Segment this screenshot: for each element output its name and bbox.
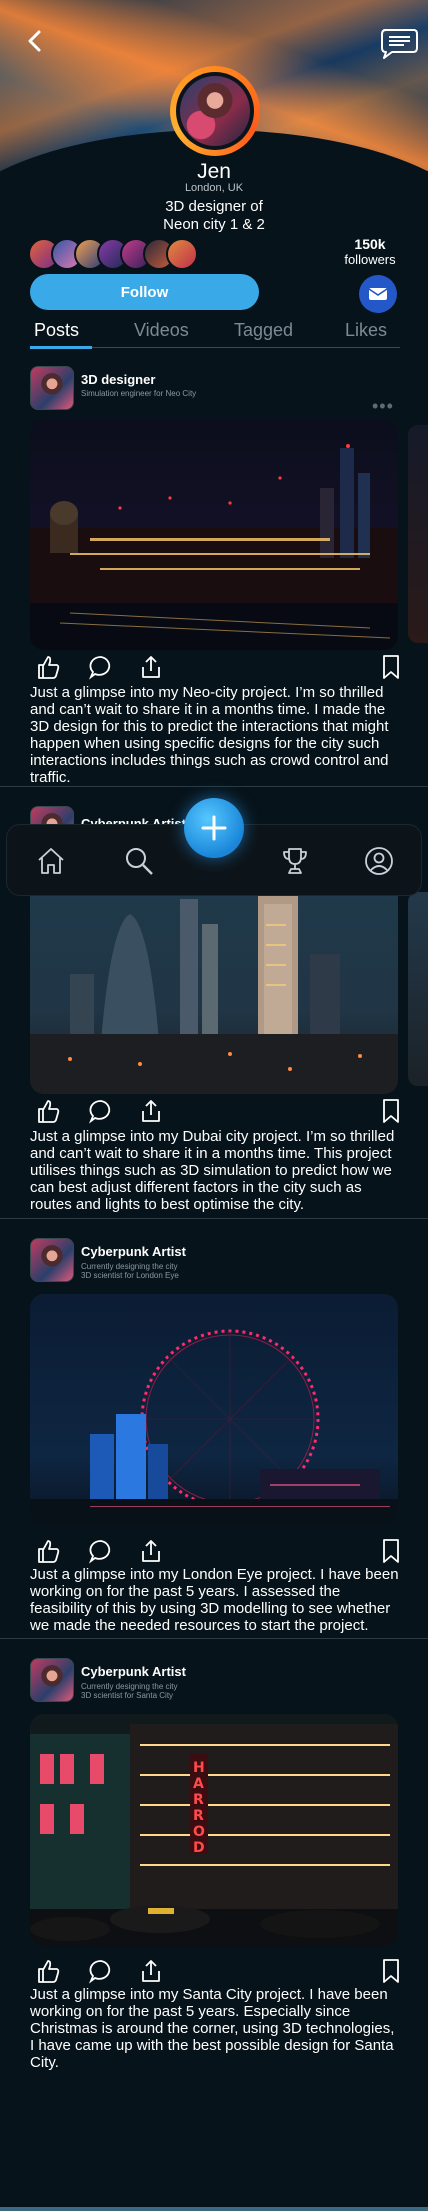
followers-stat[interactable]: 150k followers	[340, 236, 400, 267]
mutual-friends-avatars[interactable]	[28, 238, 198, 270]
bookmark-icon[interactable]	[378, 654, 404, 680]
followers-count: 150k	[354, 236, 386, 252]
user-icon[interactable]	[363, 845, 395, 877]
comment-icon[interactable]	[88, 1538, 114, 1564]
like-icon[interactable]	[36, 1958, 62, 1984]
like-icon[interactable]	[36, 1098, 62, 1124]
tab-videos[interactable]: Videos	[134, 320, 189, 341]
post-author-role: 3D scientist for London Eye	[81, 1271, 179, 1280]
like-icon[interactable]	[36, 1538, 62, 1564]
profile-avatar[interactable]	[170, 66, 260, 156]
next-image-preview[interactable]	[408, 425, 428, 643]
active-tab-indicator	[30, 346, 92, 349]
avatar-photo	[180, 76, 250, 146]
sign-letter: H	[193, 1760, 205, 1776]
post-divider	[0, 1638, 428, 1639]
post-author-role: Simulation engineer for Neo City	[81, 389, 197, 398]
post-image[interactable]: HARROD	[30, 1714, 398, 1946]
svg-text:D: D	[193, 1840, 205, 1856]
profile-bio: 3D designer of Neon city 1 & 2	[0, 198, 428, 234]
tab-likes[interactable]: Likes	[345, 320, 387, 341]
post-divider	[0, 786, 428, 787]
post-author-status: Currently designing the city	[81, 1262, 178, 1271]
profile-name: Jen	[197, 160, 231, 183]
post-image[interactable]	[30, 418, 398, 650]
share-icon[interactable]	[138, 1958, 164, 1984]
post-caption: Just a glimpse into my Santa City projec…	[30, 1986, 395, 2071]
back-button[interactable]	[22, 28, 48, 54]
trophy-icon[interactable]	[279, 845, 311, 877]
post-actions	[36, 1538, 404, 1566]
post-author-name[interactable]: 3D designer	[81, 372, 155, 387]
post-actions	[36, 1958, 404, 1986]
post-author-name[interactable]: Cyberpunk Artist	[81, 1664, 186, 1679]
post-caption: Just a glimpse into my London Eye projec…	[30, 1566, 399, 1634]
post-actions	[36, 1098, 404, 1126]
next-image-preview[interactable]	[408, 892, 428, 1086]
comment-icon[interactable]	[88, 1958, 114, 1984]
like-icon[interactable]	[36, 654, 62, 680]
post-author-name[interactable]: Cyberpunk Artist	[81, 1244, 186, 1259]
followers-label: followers	[344, 252, 396, 267]
profile-tabs: Posts Videos Tagged Likes	[30, 318, 400, 349]
bio-line: 3D designer of	[165, 198, 263, 215]
post-actions	[36, 654, 404, 682]
bookmark-icon[interactable]	[378, 1958, 404, 1984]
share-icon[interactable]	[138, 1538, 164, 1564]
tab-posts[interactable]: Posts	[34, 320, 79, 341]
mail-icon	[368, 288, 388, 300]
comment-icon[interactable]	[88, 654, 114, 680]
post-caption: Just a glimpse into my Dubai city projec…	[30, 1128, 395, 1213]
follow-button[interactable]: Follow	[30, 274, 259, 310]
post-author-avatar[interactable]	[30, 1658, 74, 1702]
post-author-role: 3D scientist for Santa City	[81, 1691, 174, 1700]
bottom-edge-bar	[0, 2207, 428, 2211]
home-icon[interactable]	[35, 845, 67, 877]
friend-avatar	[166, 238, 198, 270]
post-author-status: Currently designing the city	[81, 1682, 178, 1691]
bookmark-icon[interactable]	[378, 1538, 404, 1564]
post-caption: Just a glimpse into my Neo-city project.…	[30, 684, 389, 786]
post-image[interactable]	[30, 1294, 398, 1526]
post-image[interactable]	[30, 884, 398, 1094]
svg-text:A: A	[193, 1776, 204, 1792]
search-icon[interactable]	[123, 845, 155, 877]
post-author-avatar[interactable]	[30, 1238, 74, 1282]
bookmark-icon[interactable]	[378, 1098, 404, 1124]
add-post-button[interactable]	[184, 798, 244, 858]
svg-text:O: O	[193, 1824, 205, 1840]
bio-line: Neon city 1 & 2	[163, 216, 265, 233]
chat-button[interactable]	[378, 26, 420, 60]
post-more-options[interactable]: •••	[372, 396, 394, 417]
comment-icon[interactable]	[88, 1098, 114, 1124]
post-divider	[0, 1218, 428, 1219]
share-icon[interactable]	[138, 1098, 164, 1124]
share-icon[interactable]	[138, 654, 164, 680]
svg-text:R: R	[193, 1808, 204, 1824]
plus-icon	[201, 815, 227, 841]
svg-text:R: R	[193, 1792, 204, 1808]
post-author-avatar[interactable]	[30, 366, 74, 410]
message-button[interactable]	[359, 275, 397, 313]
tab-tagged[interactable]: Tagged	[234, 320, 293, 341]
profile-location: London, UK	[184, 182, 244, 194]
